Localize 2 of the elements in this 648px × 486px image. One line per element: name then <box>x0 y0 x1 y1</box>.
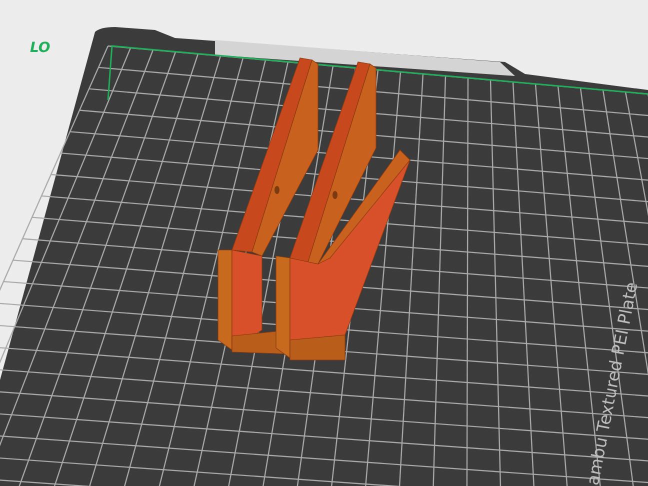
plate-number-label: LO <box>30 40 50 56</box>
plate-type-label: ambu Textured PEI Plate <box>583 280 642 486</box>
